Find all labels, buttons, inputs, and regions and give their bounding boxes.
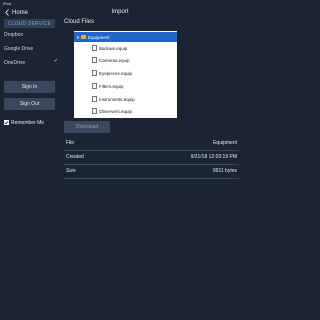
tree-file[interactable]: Instruments.equip [74,94,177,104]
remember-me-toggle[interactable]: Remember Me [4,119,44,126]
detail-value: 9911 bytes [212,168,237,174]
tree-file-label: Cameras.equip [99,57,130,63]
device-label: iPad [3,1,12,6]
folder-icon [81,35,86,39]
tree-file-label: Filters.equip [99,83,124,89]
provider-google-drive[interactable]: Google Drive [4,44,60,53]
tree-file-label: Observers.equip [99,108,133,114]
file-icon [92,57,97,63]
file-tree[interactable]: ▼ Equipment Barlows.equip Cameras.equip … [74,31,177,118]
provider-label: OneDrive [4,59,26,66]
tree-file[interactable]: Cameras.equip [74,55,177,65]
checkbox-icon[interactable] [4,120,9,125]
tree-file-label: Eyepieces.equip [99,70,133,76]
tree-file-label: Barlows.equip [99,45,128,51]
cloud-service-header: CLOUD SERVICE [4,19,55,28]
file-icon [92,83,97,89]
page-title: Import [111,9,129,15]
navigation-bar: Home Import [0,7,240,18]
remember-me-label: Remember Me [11,119,45,126]
tree-folder-equipment[interactable]: ▼ Equipment [74,32,177,42]
detail-label: Size [66,168,76,174]
sign-out-button[interactable]: Sign Out [4,98,55,110]
file-icon [92,108,97,114]
tree-file[interactable]: Observers.equip [74,106,177,116]
file-icon [92,70,97,76]
detail-value: 9/21/18 12:03:19 PM [190,154,237,160]
tree-file-label: Instruments.equip [99,96,135,102]
tree-file[interactable]: Barlows.equip [74,43,177,53]
tree-folder-label: Equipment [88,34,110,40]
detail-row-size: Size 9911 bytes [64,164,239,179]
detail-label: File [66,140,75,146]
checkmark-icon: ✓ [53,58,58,64]
detail-row-created: Created 9/21/18 12:03:19 PM [64,150,239,165]
sign-in-button[interactable]: Sign In [4,81,55,93]
file-icon [92,96,97,102]
provider-dropbox[interactable]: Dropbox [4,30,60,39]
tree-file[interactable]: Filters.equip [74,81,177,91]
provider-label: Dropbox [4,31,23,38]
detail-row-file: File Equipment [64,136,239,151]
status-bar: iPad [0,0,240,7]
download-button[interactable]: Download [64,121,110,133]
provider-onedrive[interactable]: OneDrive ✓ [4,58,60,67]
detail-label: Created [66,154,84,160]
cloud-files-title: Cloud Files [64,19,95,25]
detail-value: Equipment [213,140,237,146]
provider-label: Google Drive [4,45,34,52]
tree-file[interactable]: Eyepieces.equip [74,68,177,78]
file-icon [92,45,97,51]
